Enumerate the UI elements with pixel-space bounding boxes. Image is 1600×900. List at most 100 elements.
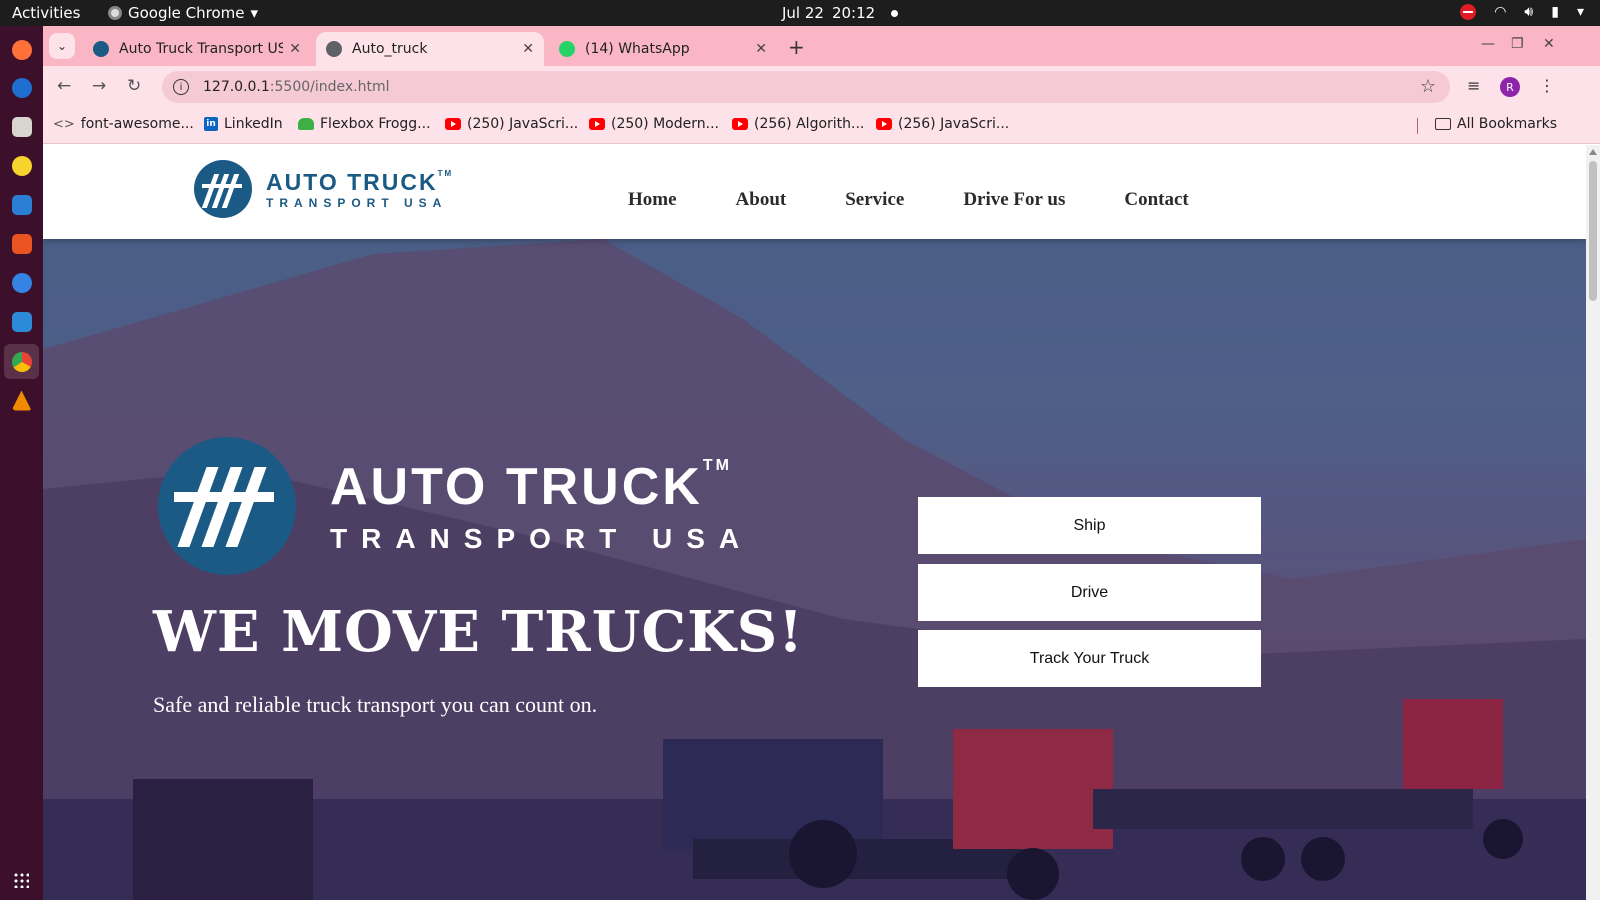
- profile-initial: R: [1500, 77, 1520, 97]
- dock-software[interactable]: [4, 226, 39, 261]
- close-icon[interactable]: ✕: [755, 41, 767, 57]
- bookmark-javascript-1[interactable]: (250) JavaScri...: [445, 116, 578, 132]
- chrome-window: ⌄ Auto Truck Transport USA ✕ Auto_truck …: [43, 26, 1600, 900]
- forward-icon[interactable]: →: [92, 76, 106, 96]
- bookmark-linkedin[interactable]: in LinkedIn: [204, 116, 283, 132]
- browser-toolbar: ← → ↻ i 127.0.0.1:5500/index.html ☆ ≡ R …: [43, 66, 1600, 108]
- media-controls-icon[interactable]: ≡: [1467, 76, 1480, 95]
- back-icon[interactable]: ←: [57, 76, 71, 96]
- bookmark-label: (256) JavaScri...: [898, 116, 1010, 132]
- url-host: 127.0.0.1: [203, 79, 270, 95]
- site-logo[interactable]: AUTO TRUCKTM TRANSPORT USA: [194, 160, 453, 218]
- more-menu-icon[interactable]: ⋮: [1539, 76, 1555, 95]
- profile-avatar[interactable]: R: [1500, 77, 1520, 97]
- activities-button[interactable]: Activities: [12, 4, 80, 22]
- bookmark-label: (256) Algorith...: [754, 116, 865, 132]
- dock-firefox[interactable]: [4, 32, 39, 67]
- reload-icon[interactable]: ↻: [127, 76, 141, 96]
- scroll-up-icon[interactable]: [1589, 149, 1597, 155]
- tab-auto-truck-transport[interactable]: Auto Truck Transport USA ✕: [83, 32, 311, 66]
- volume-icon: 🔊︎: [1524, 4, 1534, 20]
- bookmark-star-icon[interactable]: ☆: [1420, 76, 1436, 97]
- app-menu-label: Google Chrome: [128, 4, 245, 22]
- address-bar[interactable]: i 127.0.0.1:5500/index.html ☆: [162, 71, 1450, 103]
- clock-date: Jul 22: [782, 4, 824, 22]
- close-window-icon[interactable]: ✕: [1543, 36, 1555, 52]
- logo-wordmark: AUTO TRUCKTM TRANSPORT USA: [266, 169, 453, 210]
- logo-line-2: TRANSPORT USA: [266, 195, 448, 210]
- nav-home[interactable]: Home: [628, 189, 677, 211]
- bookmark-flexbox-froggy[interactable]: Flexbox Frogg...: [298, 116, 431, 132]
- clock-time: 20:12: [831, 4, 876, 22]
- bookmark-algorithms[interactable]: (256) Algorith...: [732, 116, 864, 132]
- tab-title: (14) WhatsApp: [585, 41, 690, 57]
- system-tray[interactable]: ◠ 🔊︎ ▮ ▾: [1460, 4, 1584, 20]
- scrollbar-thumb[interactable]: [1589, 161, 1597, 301]
- url-path: :5500/index.html: [269, 79, 390, 95]
- tab-whatsapp[interactable]: (14) WhatsApp ✕: [549, 32, 777, 66]
- app-menu[interactable]: Google Chrome ▾: [108, 4, 258, 22]
- new-tab-button[interactable]: +: [788, 35, 805, 59]
- whatsapp-icon: [559, 41, 575, 57]
- chrome-icon: [108, 6, 122, 20]
- dock-vlc[interactable]: [4, 383, 39, 418]
- nav-service[interactable]: Service: [845, 189, 904, 211]
- restore-icon[interactable]: ❐: [1511, 36, 1524, 52]
- minimize-icon[interactable]: —: [1481, 36, 1495, 52]
- youtube-icon: [445, 118, 461, 130]
- youtube-icon: [732, 118, 748, 130]
- trademark: TM: [702, 457, 732, 474]
- hero-subheading: Safe and reliable truck transport you ca…: [153, 692, 598, 717]
- bookmarks-bar: <> font-awesome... in LinkedIn Flexbox Fro…: [43, 108, 1600, 144]
- att-favicon-icon: [93, 41, 109, 57]
- tab-title: Auto Truck Transport USA: [119, 41, 284, 57]
- code-icon: <>: [53, 116, 75, 132]
- clock[interactable]: Jul 22 20:12: [782, 4, 899, 22]
- ship-button[interactable]: Ship: [918, 497, 1261, 554]
- bookmarks-divider: [1417, 118, 1418, 134]
- close-icon[interactable]: ✕: [289, 41, 301, 57]
- bookmark-modern[interactable]: (250) Modern...: [589, 116, 719, 132]
- chevron-down-icon: ▾: [250, 4, 259, 22]
- att-logo-icon: [158, 437, 296, 575]
- nav-about[interactable]: About: [736, 189, 787, 211]
- dock-help[interactable]: [4, 265, 39, 300]
- tab-title: Auto_truck: [352, 41, 428, 57]
- hero-logo-wordmark: AUTO TRUCKTM TRANSPORT USA: [330, 457, 753, 555]
- tab-strip: ⌄ Auto Truck Transport USA ✕ Auto_truck …: [43, 26, 1600, 66]
- dock-files[interactable]: [4, 109, 39, 144]
- battery-icon: ▮: [1551, 4, 1559, 20]
- bookmark-label: (250) JavaScri...: [467, 116, 579, 132]
- close-icon[interactable]: ✕: [522, 41, 534, 57]
- vlc-icon: [11, 390, 32, 411]
- software-icon: [11, 233, 32, 254]
- dock-thunderbird[interactable]: [4, 70, 39, 105]
- show-apps-icon[interactable]: [13, 872, 29, 888]
- tab-auto-truck[interactable]: Auto_truck ✕: [316, 32, 544, 66]
- hero-heading: WE MOVE TRUCKS!: [153, 599, 804, 665]
- notification-dot: [891, 9, 899, 17]
- dock-vscode[interactable]: [4, 304, 39, 339]
- dock-rhythmbox[interactable]: [4, 148, 39, 183]
- site-info-icon[interactable]: i: [173, 79, 189, 95]
- dock-chrome[interactable]: [4, 344, 39, 379]
- vscode-icon: [11, 311, 32, 332]
- dock-writer[interactable]: [4, 187, 39, 222]
- page-scrollbar[interactable]: [1586, 145, 1600, 900]
- bookmark-font-awesome[interactable]: <> font-awesome...: [53, 116, 194, 132]
- drive-button[interactable]: Drive: [918, 564, 1261, 621]
- do-not-disturb-icon: [1460, 4, 1477, 20]
- youtube-icon: [876, 118, 892, 130]
- tab-search-button[interactable]: ⌄: [49, 33, 75, 59]
- wifi-icon: ◠: [1494, 4, 1507, 20]
- nav-drive-for-us[interactable]: Drive For us: [963, 189, 1065, 211]
- all-bookmarks-button[interactable]: All Bookmarks: [1435, 116, 1557, 132]
- logo-line-1: AUTO TRUCK: [330, 458, 703, 516]
- url-text[interactable]: 127.0.0.1:5500/index.html: [203, 79, 390, 95]
- help-icon: [11, 272, 32, 293]
- nav-contact[interactable]: Contact: [1124, 189, 1188, 211]
- hero-section: AUTO TRUCKTM TRANSPORT USA WE MOVE TRUCK…: [43, 239, 1586, 900]
- bookmark-javascript-2[interactable]: (256) JavaScri...: [876, 116, 1009, 132]
- track-your-truck-button[interactable]: Track Your Truck: [918, 630, 1261, 687]
- system-top-bar: Activities Google Chrome ▾ Jul 22 20:12 …: [0, 0, 1600, 26]
